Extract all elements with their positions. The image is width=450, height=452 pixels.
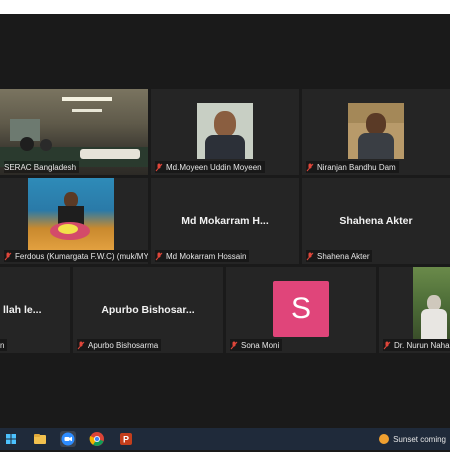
participant-name: Sona Moni <box>241 340 280 350</box>
participant-tile-sona[interactable]: S Sona Moni <box>226 267 376 353</box>
participant-name: Dr. Nurun Nahar <box>394 340 450 350</box>
file-explorer-icon[interactable] <box>32 431 48 447</box>
participant-tile-ferdous[interactable]: Ferdous (Kumargata F.W.C) (muk/MYM) <box>0 178 148 264</box>
weather-widget[interactable]: Sunset coming <box>379 431 446 447</box>
participant-nameplate: Dr. Nurun Nahar <box>383 339 450 351</box>
participant-display-name: llah le... <box>3 304 42 316</box>
participant-name: Apurbo Bishosarma <box>88 340 159 350</box>
svg-text:P: P <box>123 435 129 445</box>
window-top-bar <box>0 0 450 14</box>
zoom-icon[interactable] <box>60 431 76 447</box>
participant-display-name: Shahena Akter <box>339 215 413 227</box>
participant-photo <box>28 178 114 250</box>
participant-display-name: Apurbo Bishosar... <box>101 304 195 316</box>
participant-tile-shahena[interactable]: Shahena Akter Shahena Akter <box>302 178 450 264</box>
participant-tile-apurbo[interactable]: Apurbo Bishosar... Apurbo Bishosarma <box>73 267 223 353</box>
participant-nameplate: n <box>0 339 8 351</box>
mic-muted-icon <box>306 252 314 260</box>
participant-photo <box>348 103 404 159</box>
participant-photo <box>197 103 253 159</box>
mic-muted-icon <box>155 252 163 260</box>
participant-nameplate: Md Mokarram Hossain <box>155 250 250 262</box>
participant-nameplate: Shahena Akter <box>306 250 373 262</box>
weather-text: Sunset coming <box>393 434 446 444</box>
participant-name: n <box>0 340 5 350</box>
participant-nameplate: Ferdous (Kumargata F.W.C) (muk/MYM) <box>4 250 148 262</box>
participant-name: Md Mokarram Hossain <box>166 251 247 261</box>
video-gallery: SERAC Bangladesh Md.Moyeen Uddin Moyeen … <box>0 14 450 428</box>
participant-tile-serac[interactable]: SERAC Bangladesh <box>0 89 148 175</box>
participant-tile-partial-left[interactable]: llah le... n <box>0 267 70 353</box>
participant-name: Shahena Akter <box>317 251 370 261</box>
participant-name: Md.Moyeen Uddin Moyeen <box>166 162 262 172</box>
start-icon[interactable] <box>3 431 19 447</box>
chrome-icon[interactable] <box>89 431 105 447</box>
participant-nameplate: Sona Moni <box>230 339 283 351</box>
participant-display-name: Md Mokarram H... <box>181 215 269 227</box>
mic-muted-icon <box>4 252 12 260</box>
participant-nameplate: SERAC Bangladesh <box>4 161 80 173</box>
mic-muted-icon <box>77 341 85 349</box>
participant-nameplate: Md.Moyeen Uddin Moyeen <box>155 161 265 173</box>
participant-name: Niranjan Bandhu Dam <box>317 162 396 172</box>
participant-nameplate: Niranjan Bandhu Dam <box>306 161 399 173</box>
participant-name: Ferdous (Kumargata F.W.C) (muk/MYM) <box>15 251 148 261</box>
mic-muted-icon <box>306 163 314 171</box>
powerpoint-icon[interactable]: P <box>118 431 134 447</box>
mic-muted-icon <box>155 163 163 171</box>
participant-tile-nurun[interactable]: Dr. Nurun Nahar <box>379 267 450 353</box>
mic-muted-icon <box>230 341 238 349</box>
participant-photo <box>413 267 450 339</box>
sunset-icon <box>379 434 390 444</box>
participant-tile-niranjan[interactable]: Niranjan Bandhu Dam <box>302 89 450 175</box>
participant-tile-mokarram[interactable]: Md Mokarram H... Md Mokarram Hossain <box>151 178 299 264</box>
avatar: S <box>273 281 329 337</box>
mic-muted-icon <box>383 341 391 349</box>
participant-name: SERAC Bangladesh <box>4 162 77 172</box>
participant-tile-moyeen[interactable]: Md.Moyeen Uddin Moyeen <box>151 89 299 175</box>
windows-taskbar: P Sunset coming <box>0 428 450 450</box>
participant-nameplate: Apurbo Bishosarma <box>77 339 162 351</box>
